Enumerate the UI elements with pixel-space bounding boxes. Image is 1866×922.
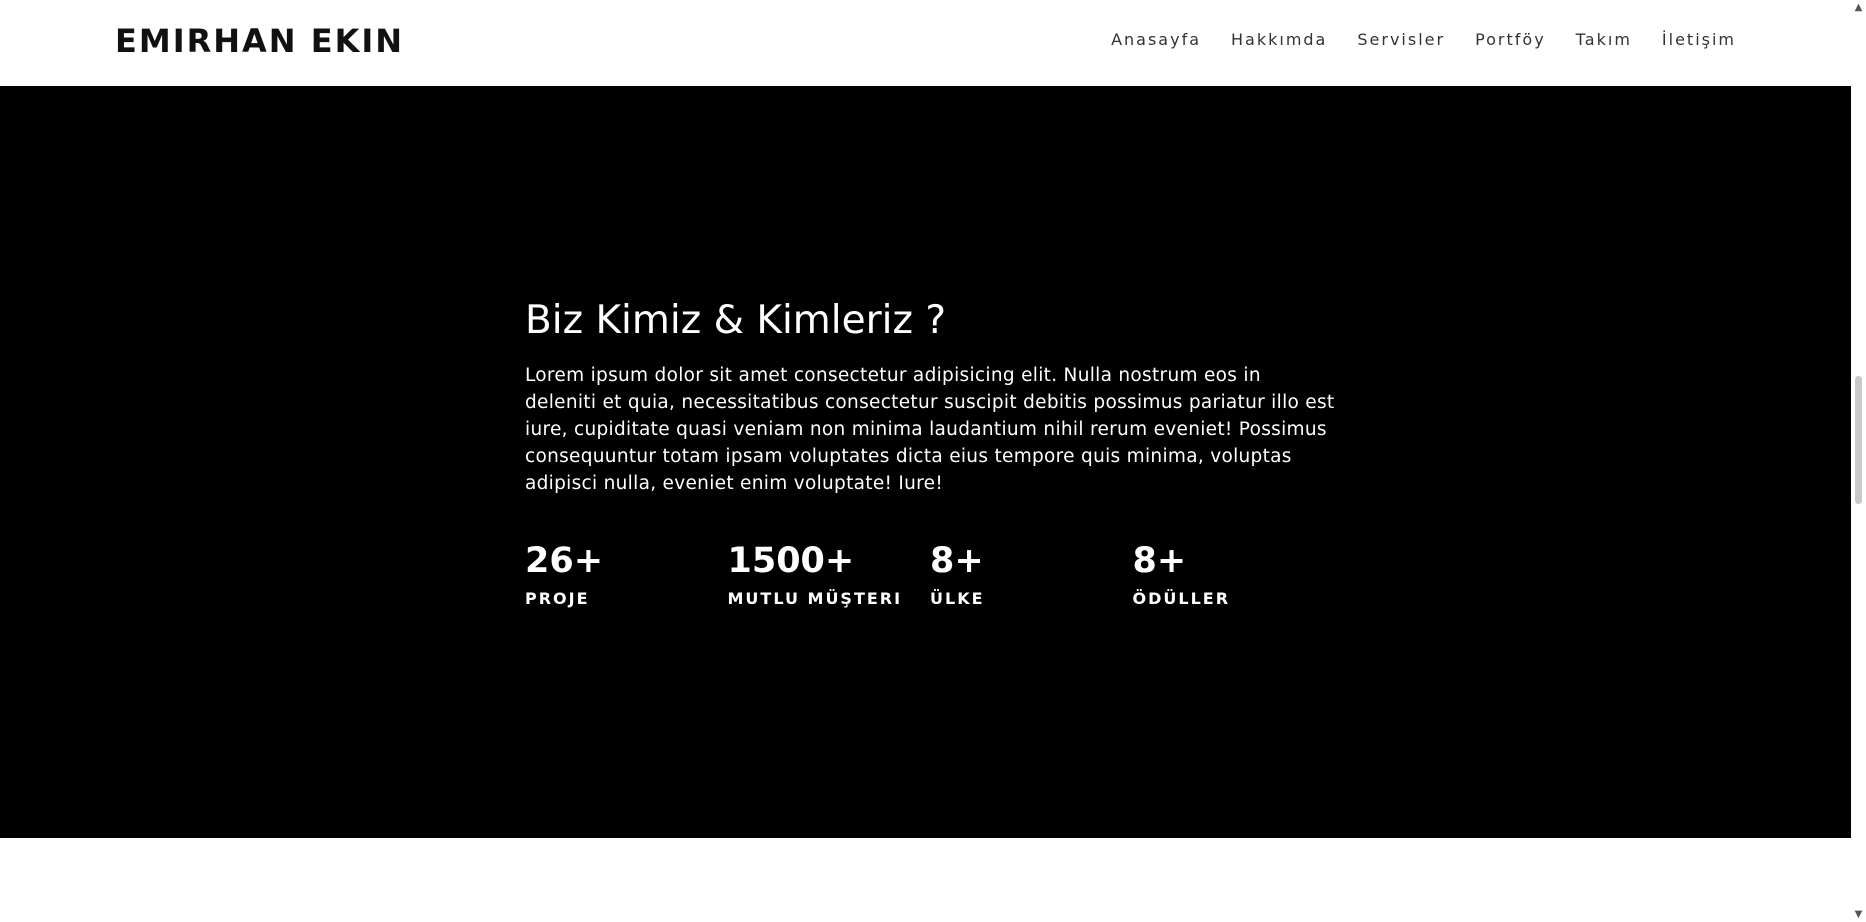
about-content: Biz Kimiz & Kimleriz ? Lorem ipsum dolor… (525, 294, 1335, 608)
stat-item: 1500+ MUTLU MÜŞTERI (728, 541, 931, 608)
about-section: Biz Kimiz & Kimleriz ? Lorem ipsum dolor… (0, 86, 1851, 838)
nav-link-hakkimda[interactable]: Hakkımda (1231, 30, 1327, 49)
stat-label: ÜLKE (930, 589, 985, 608)
nav-link-takim[interactable]: Takım (1576, 30, 1632, 49)
nav-menu: Anasayfa Hakkımda Servisler Portföy Takı… (1111, 30, 1736, 49)
stat-label: ÖDÜLLER (1132, 589, 1231, 608)
navbar: EMIRHAN EKIN Anasayfa Hakkımda Servisler… (0, 0, 1851, 86)
stat-value: 26+ (525, 541, 604, 581)
stat-value: 8+ (1132, 541, 1187, 581)
scroll-up-arrow-icon[interactable]: ▲ (1851, 0, 1866, 15)
about-title: Biz Kimiz & Kimleriz ? (525, 298, 947, 343)
page: EMIRHAN EKIN Anasayfa Hakkımda Servisler… (0, 0, 1866, 922)
stat-item: 8+ ÜLKE (930, 541, 1133, 608)
stat-label: PROJE (525, 589, 590, 608)
nav-link-portfoy[interactable]: Portföy (1475, 30, 1546, 49)
nav-link-anasayfa[interactable]: Anasayfa (1111, 30, 1201, 49)
stat-item: 26+ PROJE (525, 541, 728, 608)
stat-value: 1500+ (727, 541, 855, 581)
stat-item: 8+ ÖDÜLLER (1133, 541, 1336, 608)
about-text: Lorem ipsum dolor sit amet consectetur a… (525, 365, 1335, 494)
scrollbar-thumb[interactable] (1855, 376, 1862, 504)
nav-link-servisler[interactable]: Servisler (1357, 30, 1445, 49)
brand-logo[interactable]: EMIRHAN EKIN (115, 22, 404, 60)
stat-value: 8+ (930, 541, 984, 581)
scroll-down-arrow-icon[interactable]: ▼ (1851, 907, 1866, 922)
nav-link-iletisim[interactable]: İletişim (1662, 30, 1736, 49)
stats-row: 26+ PROJE 1500+ MUTLU MÜŞTERI 8+ ÜLKE 8+… (525, 541, 1335, 608)
page-scrollbar[interactable]: ▲ ▼ (1851, 0, 1866, 922)
stat-label: MUTLU MÜŞTERI (727, 589, 903, 608)
